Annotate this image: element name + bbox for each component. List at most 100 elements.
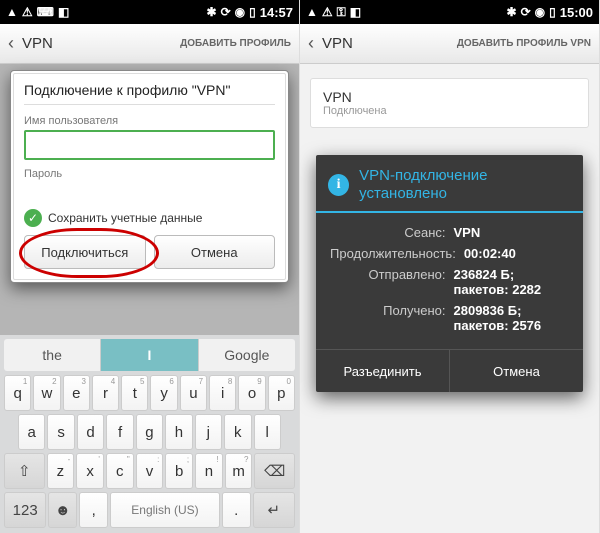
warning-icon: ⚠ (322, 6, 333, 18)
wifi-icon: ◉ (235, 6, 245, 18)
key-u[interactable]: u7 (180, 375, 207, 411)
key-c[interactable]: c" (106, 453, 134, 489)
key-t[interactable]: t5 (121, 375, 148, 411)
password-input[interactable] (24, 183, 275, 205)
status-bar: ▲ ⚠ ⚿ ◧ ✱ ⟳ ◉ ▯ 15:00 (300, 0, 599, 24)
key-q[interactable]: q1 (4, 375, 31, 411)
save-credentials-label: Сохранить учетные данные (48, 211, 202, 225)
key-f[interactable]: f (106, 414, 133, 450)
phone-right-screenshot: ▲ ⚠ ⚿ ◧ ✱ ⟳ ◉ ▯ 15:00 ‹ VPN ДОБАВИТЬ ПРО… (300, 0, 600, 533)
clock: 15:00 (560, 5, 593, 20)
app-icon: ◧ (350, 6, 361, 18)
divider (24, 104, 275, 105)
key-z[interactable]: z- (47, 453, 75, 489)
nav-title: VPN (22, 35, 180, 52)
wifi-icon: ◉ (535, 6, 545, 18)
key-x[interactable]: x' (76, 453, 104, 489)
vpn-stat-label: Получено: (330, 303, 454, 333)
app-icon: ◧ (58, 6, 69, 18)
connect-dialog: Подключение к профилю "VPN" Имя пользова… (10, 70, 289, 283)
vpn-stat-value: 00:02:40 (464, 246, 569, 261)
period-key[interactable]: . (222, 492, 251, 528)
key-o[interactable]: o9 (238, 375, 265, 411)
connect-button[interactable]: Подключиться (24, 235, 146, 269)
back-icon[interactable]: ‹ (8, 33, 14, 54)
add-profile-button[interactable]: ДОБАВИТЬ ПРОФИЛЬ VPN (457, 38, 591, 49)
vpn-stat-row: Получено:2809836 Б; пакетов: 2576 (330, 303, 569, 333)
emoji-key[interactable]: ☻ (48, 492, 77, 528)
info-icon: i (328, 174, 349, 196)
vpn-stat-value: 236824 Б; пакетов: 2282 (454, 267, 570, 297)
key-m[interactable]: m? (225, 453, 253, 489)
key-row-4: 123 ☻ , English (US) . ↵ (2, 492, 297, 528)
disconnect-label: Разъединить (343, 364, 421, 379)
key-i[interactable]: i8 (209, 375, 236, 411)
suggestion-bar: the I Google (4, 339, 295, 371)
key-row-2: asdfghjkl (2, 414, 297, 450)
vpn-status-dialog: i VPN-подключение установлено Сеанс:VPNП… (316, 155, 583, 392)
key-r[interactable]: r4 (92, 375, 119, 411)
vpn-dialog-body: Сеанс:VPN Продолжительность:00:02:40 Отпра… (316, 225, 583, 349)
key-row-3: ⇧z-x'c"v:b;n!m?⌫ (2, 453, 297, 489)
key-b[interactable]: b; (165, 453, 193, 489)
key-l[interactable]: l (254, 414, 281, 450)
key-⇧[interactable]: ⇧ (4, 453, 45, 489)
vpn-list-item[interactable]: VPN Подключена (310, 78, 589, 128)
key-icon: ⚿ (337, 6, 346, 18)
connect-button-label: Подключиться (41, 245, 128, 260)
key-j[interactable]: j (195, 414, 222, 450)
vpn-stat-row: Продолжительность:00:02:40 (330, 246, 569, 261)
username-label: Имя пользователя (24, 115, 275, 127)
phone-left-screenshot: ▲ ⚠ ⌨ ◧ ✱ ⟳ ◉ ▯ 14:57 ‹ VPN ДОБАВИТЬ ПРО… (0, 0, 300, 533)
add-profile-button[interactable]: ДОБАВИТЬ ПРОФИЛЬ (180, 38, 291, 49)
check-icon: ✓ (24, 209, 42, 227)
key-e[interactable]: e3 (63, 375, 90, 411)
notification-icon: ▲ (306, 6, 318, 18)
battery-icon: ▯ (249, 6, 256, 18)
back-icon[interactable]: ‹ (308, 33, 314, 54)
key-row-1: q1w2e3r4t5y6u7i8o9p0 (2, 375, 297, 411)
comma-key[interactable]: , (79, 492, 108, 528)
keyboard-icon: ⌨ (37, 6, 54, 18)
bluetooth-icon: ✱ (207, 6, 217, 18)
soft-keyboard[interactable]: the I Google q1w2e3r4t5y6u7i8o9p0 asdfgh… (0, 335, 299, 533)
cancel-button[interactable]: Отмена (154, 235, 276, 269)
battery-icon: ▯ (549, 6, 556, 18)
save-credentials-checkbox[interactable]: ✓ Сохранить учетные данные (24, 209, 275, 227)
vpn-item-status: Подключена (323, 105, 576, 117)
cancel-label: Отмена (493, 364, 540, 379)
vpn-stat-label: Сеанс: (330, 225, 454, 240)
key-g[interactable]: g (136, 414, 163, 450)
vpn-stat-value: VPN (454, 225, 570, 240)
divider (316, 211, 583, 213)
suggestion-1[interactable]: the (4, 339, 101, 371)
key-d[interactable]: d (77, 414, 104, 450)
username-input[interactable] (24, 130, 275, 160)
bluetooth-icon: ✱ (507, 6, 517, 18)
disconnect-button[interactable]: Разъединить (316, 350, 450, 392)
password-label: Пароль (24, 168, 275, 180)
suggestion-2[interactable]: I (101, 339, 198, 371)
key-v[interactable]: v: (136, 453, 164, 489)
vpn-stat-label: Отправлено: (330, 267, 454, 297)
suggestion-3[interactable]: Google (199, 339, 295, 371)
enter-key[interactable]: ↵ (253, 492, 295, 528)
cancel-button[interactable]: Отмена (450, 350, 583, 392)
key-n[interactable]: n! (195, 453, 223, 489)
warning-icon: ⚠ (22, 6, 33, 18)
key-h[interactable]: h (165, 414, 192, 450)
key-s[interactable]: s (47, 414, 74, 450)
key-⌫[interactable]: ⌫ (254, 453, 295, 489)
notification-icon: ▲ (6, 6, 18, 18)
navbar: ‹ VPN ДОБАВИТЬ ПРОФИЛЬ VPN (300, 24, 599, 64)
key-k[interactable]: k (224, 414, 251, 450)
key-w[interactable]: w2 (33, 375, 60, 411)
navbar: ‹ VPN ДОБАВИТЬ ПРОФИЛЬ (0, 24, 299, 64)
key-y[interactable]: y6 (150, 375, 177, 411)
vpn-stat-row: Отправлено:236824 Б; пакетов: 2282 (330, 267, 569, 297)
vpn-stat-value: 2809836 Б; пакетов: 2576 (454, 303, 570, 333)
key-p[interactable]: p0 (268, 375, 295, 411)
numeric-key[interactable]: 123 (4, 492, 46, 528)
space-key[interactable]: English (US) (110, 492, 220, 528)
key-a[interactable]: a (18, 414, 45, 450)
